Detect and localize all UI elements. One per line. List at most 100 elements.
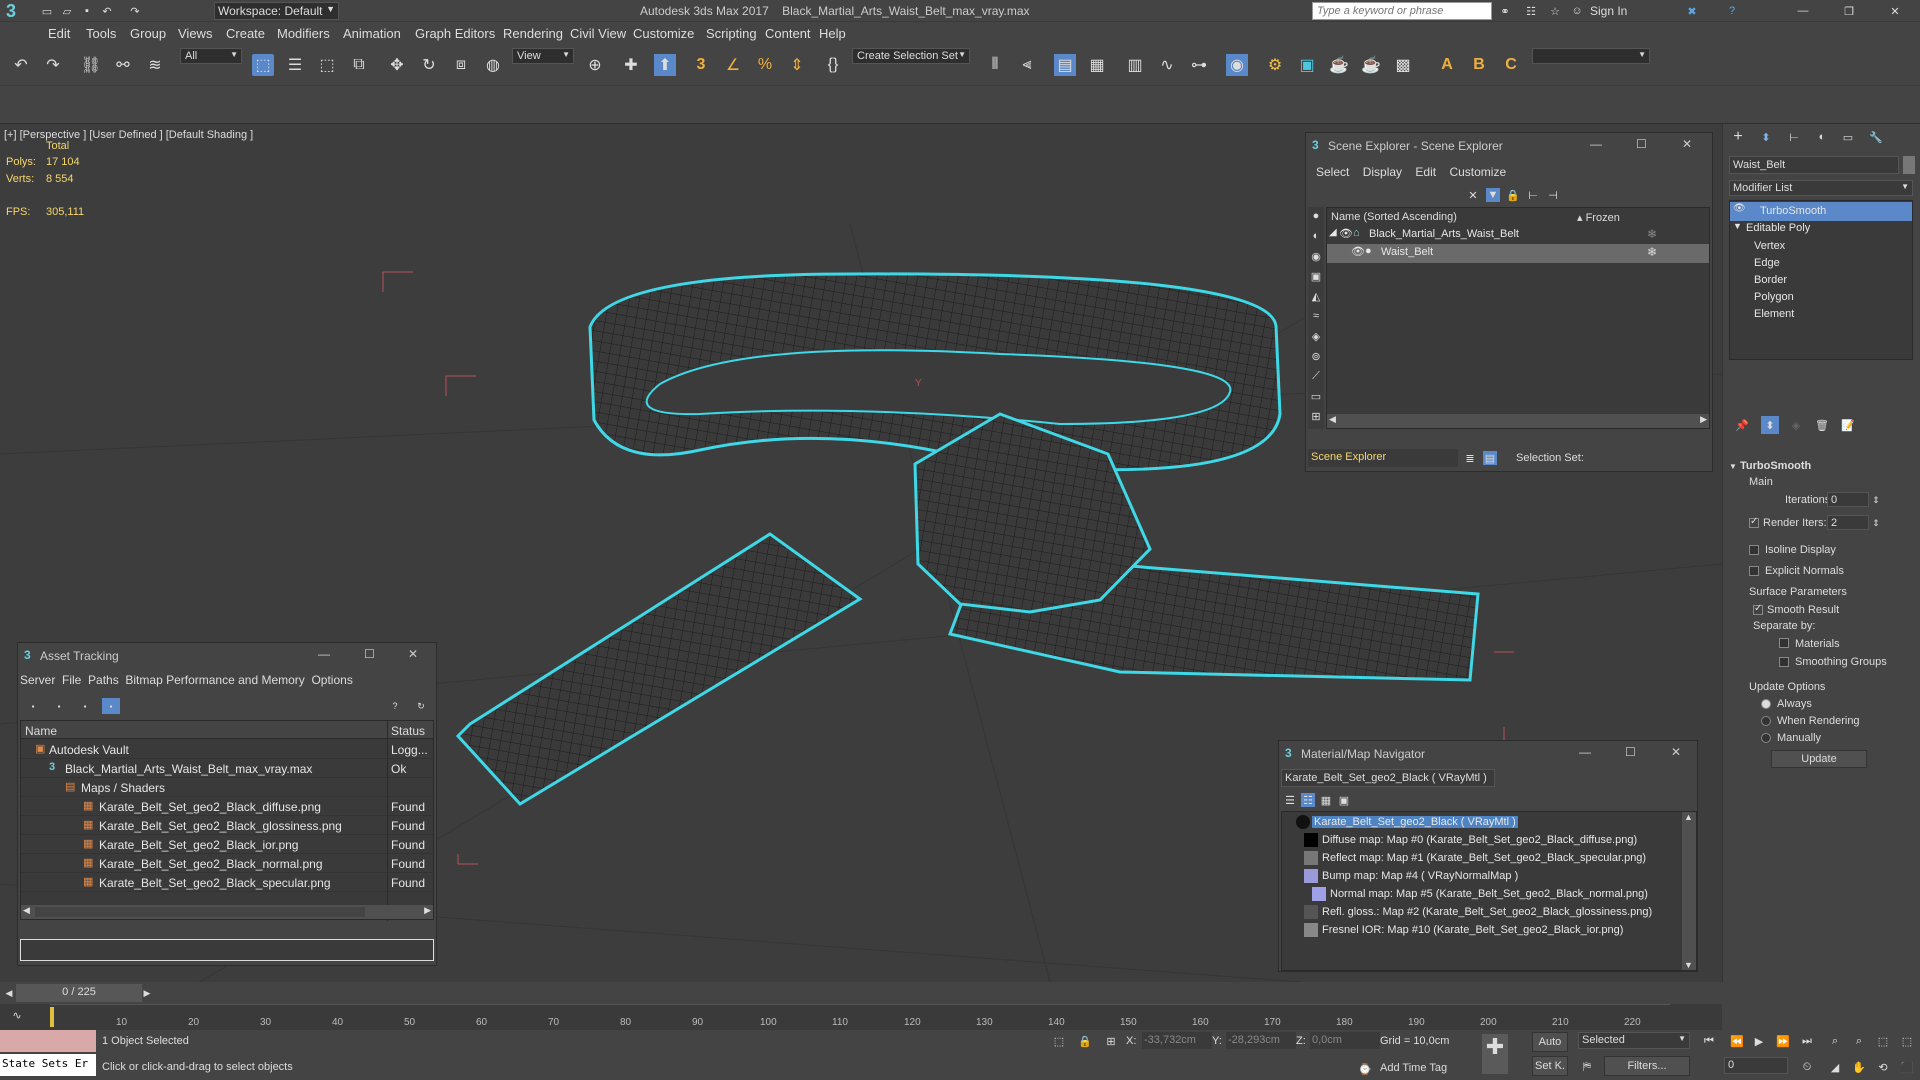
eye-icon[interactable]: 👁 [1351,245,1365,258]
new-file-icon[interactable]: ▭ [40,4,54,18]
asset-menu-file[interactable]: File [62,673,81,687]
state-sets-field[interactable]: State Sets Er [0,1054,96,1076]
asset-view-icon[interactable]: ▪ [52,699,66,713]
goto-end-icon[interactable]: ⏭ [1800,1034,1814,1048]
asset-view-icon[interactable]: ▪ [26,699,40,713]
display-tab-icon[interactable]: ▭ [1841,130,1855,144]
expand-icon[interactable]: ◢ [1329,227,1337,238]
play-icon[interactable]: ▶ [1752,1034,1766,1048]
field-of-view-icon[interactable]: ◢ [1828,1060,1842,1074]
make-unique-icon[interactable]: ◈ [1789,418,1803,432]
viewport-shading-label[interactable]: [Default Shading ] [166,129,253,141]
sign-in-link[interactable]: Sign In [1590,4,1627,18]
window-crossing-icon[interactable]: ⧉ [348,54,370,76]
menu-customize[interactable]: Customize [633,26,694,41]
render-setup-icon[interactable]: ⚙ [1264,54,1286,76]
search-field[interactable]: Type a keyword or phrase [1312,2,1492,20]
material-editor-icon[interactable]: ◉ [1226,54,1248,76]
mirror-icon[interactable]: ⫴ [984,54,1006,76]
menu-modifiers[interactable]: Modifiers [277,26,330,41]
horizontal-scrollbar[interactable]: ◀ ▶ [21,905,433,919]
asset-row[interactable]: ▤ Maps / Shaders [21,778,433,797]
column-divider[interactable] [387,721,388,921]
asset-row[interactable]: ▦ Karate_Belt_Set_geo2_Black_ior.png Fou… [21,835,433,854]
render-iters-checkbox[interactable]: ✓ [1749,516,1759,528]
menu-animation[interactable]: Animation [343,26,401,41]
tree-row[interactable]: ◢ 👁 ⌂ Black_Martial_Arts_Waist_Belt ❄ [1327,226,1709,245]
hierarchy-tab-icon[interactable]: ⊢ [1787,130,1801,144]
lights-filter-icon[interactable]: ◉ [1309,249,1323,263]
material-tree-item[interactable]: Fresnel IOR: Map #10 (Karate_Belt_Set_ge… [1282,922,1696,941]
time-slider[interactable]: ◀ 0 / 225 ▶ [0,982,1722,1004]
motion-tab-icon[interactable]: ◐ [1815,130,1829,144]
smoothing-groups-checkbox[interactable] [1779,657,1789,667]
exchange-icon[interactable]: ✖ [1685,4,1699,18]
scale-icon[interactable]: ⧈ [450,54,472,76]
current-frame-field[interactable]: 0 [1724,1057,1788,1074]
minimize-icon[interactable]: — [1796,4,1810,18]
menu-help[interactable]: Help [819,26,846,41]
column-frozen[interactable]: ▴ Frozen [1577,211,1620,224]
orbit-icon[interactable]: ⟲ [1876,1060,1890,1074]
iterations-spinner[interactable]: 0 [1827,492,1869,507]
prev-frame-icon[interactable]: ◀ [2,986,16,1000]
select-by-name-icon[interactable]: ☰ [284,54,306,76]
menu-rendering[interactable]: Rendering [503,26,563,41]
x-coord-field[interactable]: -33,732cm [1142,1032,1212,1049]
object-color-swatch[interactable] [1903,156,1915,174]
move-icon[interactable]: ✥ [386,54,408,76]
save-file-icon[interactable]: ▪ [80,4,94,18]
material-tree-item[interactable]: Karate_Belt_Set_geo2_Black ( VRayMtl ) [1282,814,1696,833]
xrefs-filter-icon[interactable]: ⊚ [1309,349,1323,363]
vray-a-icon[interactable]: A [1436,54,1458,76]
community-icon[interactable]: ☷ [1524,4,1538,18]
angle-snap-icon[interactable]: ∠ [722,54,744,76]
vray-c-icon[interactable]: C [1500,54,1522,76]
scroll-thumb[interactable] [35,907,365,917]
next-frame-icon[interactable]: ▶ [140,986,154,1000]
zoom-all-icon[interactable]: ⌕ [1852,1034,1866,1048]
snap-toggle-icon[interactable]: 3 [690,54,712,76]
track-bar[interactable]: ∿ 10 20 30 40 50 60 70 80 90 100 110 120… [0,1004,1722,1030]
ribbon-toggle-icon[interactable]: ▥ [1124,54,1146,76]
view-large-icons-icon[interactable]: ▣ [1337,793,1351,807]
groups-filter-icon[interactable]: ◈ [1309,329,1323,343]
menu-content[interactable]: Content [765,26,811,41]
redo-icon[interactable]: ↷ [128,4,142,18]
manually-radio[interactable] [1761,733,1771,743]
viewport-menu-plus[interactable]: [+] [4,129,17,141]
vertical-scrollbar[interactable]: ▲ ▼ [1682,812,1696,970]
asset-row[interactable]: ▦ Karate_Belt_Set_geo2_Black_diffuse.png… [21,797,433,816]
layers-icon[interactable]: ⊣ [1546,188,1560,202]
scene-explorer-titlebar[interactable]: 3 Scene Explorer - Scene Explorer — ☐ ✕ [1306,133,1712,159]
viewport-label[interactable]: [+] [Perspective ] [User Defined ] [Defa… [4,129,253,141]
maximize-icon[interactable]: ☐ [1625,745,1636,759]
freeze-icon[interactable]: ❄ [1647,245,1657,259]
asset-menu-bitmap-perf[interactable]: Bitmap Performance and Memory [125,673,304,687]
remove-modifier-icon[interactable]: 🗑 [1815,418,1829,432]
hierarchy-icon[interactable]: ⊢ [1526,188,1540,202]
cameras-filter-icon[interactable]: ▣ [1309,269,1323,283]
menu-scripting[interactable]: Scripting [706,26,757,41]
explicit-normals-checkbox[interactable] [1749,566,1759,576]
eye-icon[interactable]: 👁 [1733,203,1746,214]
add-default-lights-icon[interactable]: ✚ [1482,1034,1508,1074]
scroll-down-icon[interactable]: ▼ [1684,960,1693,970]
render-iters-spinner[interactable]: 2 [1827,515,1869,530]
prev-key-icon[interactable]: ⏪ [1730,1034,1744,1048]
rendered-frame-icon[interactable]: ▣ [1296,54,1318,76]
maximize-viewport-icon[interactable]: ⬛ [1900,1060,1914,1074]
add-time-tag[interactable]: Add Time Tag [1380,1062,1447,1074]
select-manipulate-icon[interactable]: ✚ [620,54,642,76]
scene-explorer-menu-display[interactable]: Display [1363,165,1402,179]
asset-row[interactable]: ▦ Karate_Belt_Set_geo2_Black_glossiness.… [21,816,433,835]
auto-key-button[interactable]: Auto [1532,1032,1568,1052]
schematic-view-icon[interactable]: ⊶ [1188,54,1210,76]
view-small-icons-icon[interactable]: ▦ [1319,793,1333,807]
help-icon[interactable]: ? [1725,4,1739,18]
view-list-icons-icon[interactable]: ☷ [1301,793,1315,807]
render-production-icon[interactable]: ☕ [1328,54,1350,76]
menu-group[interactable]: Group [130,26,166,41]
menu-tools[interactable]: Tools [86,26,116,41]
bind-spacewarp-icon[interactable]: ≋ [144,54,166,76]
